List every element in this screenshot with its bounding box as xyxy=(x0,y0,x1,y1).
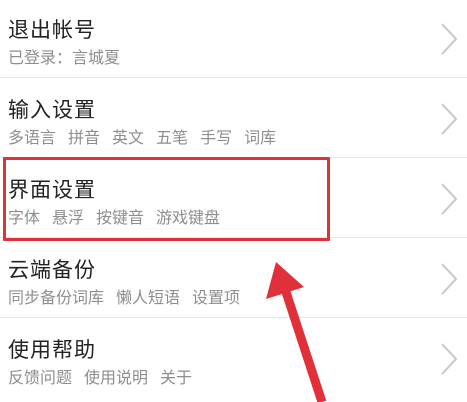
subtitle-option: 多语言 xyxy=(8,128,57,147)
settings-item-cloud-backup[interactable]: 云端备份 同步备份词库 懒人短语 设置项 xyxy=(0,238,467,318)
subtitle-option: 同步备份词库 xyxy=(8,288,105,307)
subtitle-option: 手写 xyxy=(200,128,233,147)
settings-item-help[interactable]: 使用帮助 反馈问题 使用说明 关于 xyxy=(0,318,467,402)
settings-item-logout[interactable]: 退出帐号 已登录：言城夏 xyxy=(0,0,467,78)
subtitle-option: 英文 xyxy=(112,128,145,147)
item-subtitle: 同步备份词库 懒人短语 设置项 xyxy=(8,284,240,308)
item-subtitle: 已登录：言城夏 xyxy=(8,44,120,68)
subtitle-option: 拼音 xyxy=(68,128,101,147)
subtitle-text: 已登录：言城夏 xyxy=(8,48,121,67)
chevron-right-icon xyxy=(439,262,459,296)
item-subtitle: 反馈问题 使用说明 关于 xyxy=(8,364,192,388)
item-title: 退出帐号 xyxy=(8,18,96,42)
subtitle-option: 懒人短语 xyxy=(116,288,181,307)
chevron-right-icon xyxy=(439,22,459,56)
chevron-right-icon xyxy=(439,102,459,136)
settings-item-input[interactable]: 输入设置 多语言 拼音 英文 五笔 手写 词库 xyxy=(0,78,467,158)
subtitle-option: 设置项 xyxy=(192,288,241,307)
chevron-right-icon xyxy=(439,182,459,216)
highlight-box xyxy=(3,157,330,241)
subtitle-option: 关于 xyxy=(160,368,193,387)
item-title: 使用帮助 xyxy=(8,338,96,362)
subtitle-option: 使用说明 xyxy=(84,368,149,387)
chevron-right-icon xyxy=(439,342,459,376)
subtitle-option: 反馈问题 xyxy=(8,368,73,387)
item-subtitle: 多语言 拼音 英文 五笔 手写 词库 xyxy=(8,124,276,148)
subtitle-option: 五笔 xyxy=(156,128,189,147)
subtitle-option: 词库 xyxy=(244,128,277,147)
item-title: 输入设置 xyxy=(8,98,96,122)
item-title: 云端备份 xyxy=(8,258,96,282)
